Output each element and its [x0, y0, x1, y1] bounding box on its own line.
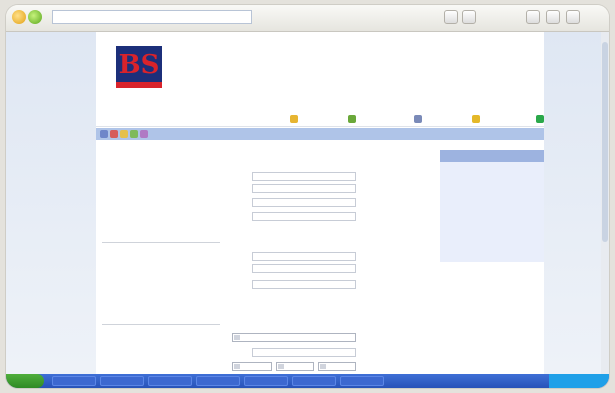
text-field-confirm[interactable]: [252, 184, 356, 193]
taskbar-item[interactable]: [52, 376, 96, 386]
chevron-down-icon: [278, 364, 284, 369]
taskbar-item[interactable]: [196, 376, 240, 386]
divider: [102, 242, 220, 243]
scrollbar-thumb[interactable]: [602, 42, 608, 242]
back-icon[interactable]: [12, 10, 26, 24]
flag-icon[interactable]: [100, 130, 108, 138]
tools-icon[interactable]: [462, 10, 476, 24]
text-field[interactable]: [252, 198, 356, 207]
forward-icon[interactable]: [28, 10, 42, 24]
home-icon[interactable]: [536, 115, 544, 123]
address-bar[interactable]: [52, 10, 252, 24]
text-field-confirm[interactable]: [252, 264, 356, 273]
flag-icon[interactable]: [140, 130, 148, 138]
side-navigation-title: [440, 150, 544, 162]
flag-icon[interactable]: [120, 130, 128, 138]
menu-item-1[interactable]: [496, 114, 530, 124]
web-page: BS: [6, 32, 609, 374]
text-field[interactable]: [252, 252, 356, 261]
start-button[interactable]: [6, 374, 44, 388]
flag-icon[interactable]: [110, 130, 118, 138]
home-icon[interactable]: [526, 10, 540, 24]
divider: [102, 324, 220, 325]
page-margin-right: [544, 32, 609, 374]
taskbar-item[interactable]: [148, 376, 192, 386]
text-field[interactable]: [252, 348, 356, 357]
menu-item-2[interactable]: [432, 114, 468, 124]
logo-letters: BS: [118, 50, 160, 80]
date-select[interactable]: [276, 362, 314, 371]
menu-item-4[interactable]: [306, 114, 346, 124]
side-navigation: [440, 150, 544, 262]
browser-toolbar: [6, 5, 609, 32]
text-field[interactable]: [252, 212, 356, 221]
site-logo[interactable]: BS: [112, 46, 172, 104]
text-field[interactable]: [252, 280, 356, 289]
chevron-down-icon: [320, 364, 326, 369]
chevron-down-icon: [234, 364, 240, 369]
menu-item-5[interactable]: [246, 114, 286, 124]
scrollbar[interactable]: [601, 32, 609, 374]
taskbar-item[interactable]: [244, 376, 288, 386]
logo-bar: [116, 82, 162, 88]
language-bar: [96, 128, 544, 140]
document-icon: [414, 115, 422, 123]
taskbar-item[interactable]: [340, 376, 384, 386]
folder-icon: [472, 115, 480, 123]
date-select[interactable]: [232, 362, 272, 371]
star-icon: [290, 115, 298, 123]
user-icon: [348, 115, 356, 123]
page-sheet: BS: [96, 32, 544, 374]
taskbar-item[interactable]: [292, 376, 336, 386]
system-tray: [549, 374, 609, 388]
mail-icon[interactable]: [566, 10, 580, 24]
date-select[interactable]: [318, 362, 356, 371]
dropdown[interactable]: [232, 333, 356, 342]
text-field[interactable]: [252, 172, 356, 181]
taskbar: [6, 374, 609, 388]
page-margin-left: [6, 32, 96, 374]
taskbar-item[interactable]: [100, 376, 144, 386]
browser-window: BS: [6, 5, 609, 388]
flag-icon[interactable]: [130, 130, 138, 138]
main-menu: [96, 112, 544, 127]
print-icon[interactable]: [546, 10, 560, 24]
chevron-down-icon: [234, 335, 240, 340]
menu-item-3[interactable]: [368, 114, 410, 124]
page-icon[interactable]: [444, 10, 458, 24]
